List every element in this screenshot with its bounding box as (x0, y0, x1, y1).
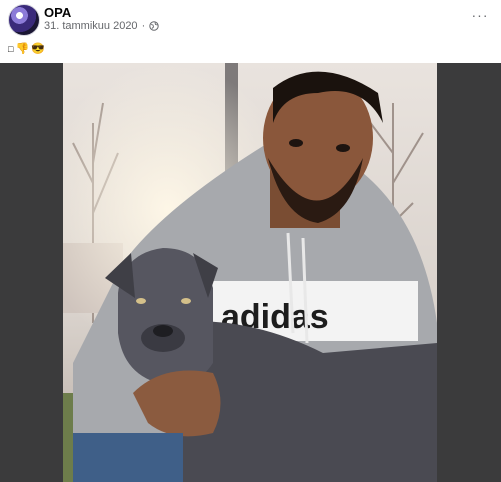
globe-icon (149, 21, 159, 31)
post-meta: 31. tammikuu 2020 · (44, 20, 159, 32)
more-options-icon: ··· (471, 7, 489, 23)
more-options-button[interactable]: ··· (471, 7, 489, 23)
post-author[interactable]: OPA (44, 5, 71, 20)
post-header: OPA 31. tammikuu 2020 · ··· (0, 0, 501, 40)
avatar[interactable] (8, 4, 40, 36)
post-date[interactable]: 31. tammikuu 2020 (44, 20, 138, 32)
meta-separator: · (141, 20, 146, 32)
media-container[interactable]: adidas (0, 63, 501, 482)
post-photo[interactable]: adidas (63, 63, 437, 482)
thumbs-down-emoji: 👎 (15, 43, 30, 55)
box-glyph: □ (8, 43, 14, 54)
post-text: □ 👎 😎 (8, 42, 45, 55)
sunglasses-emoji: 😎 (31, 43, 45, 55)
photo-man-with-dog-icon: adidas (63, 63, 437, 482)
